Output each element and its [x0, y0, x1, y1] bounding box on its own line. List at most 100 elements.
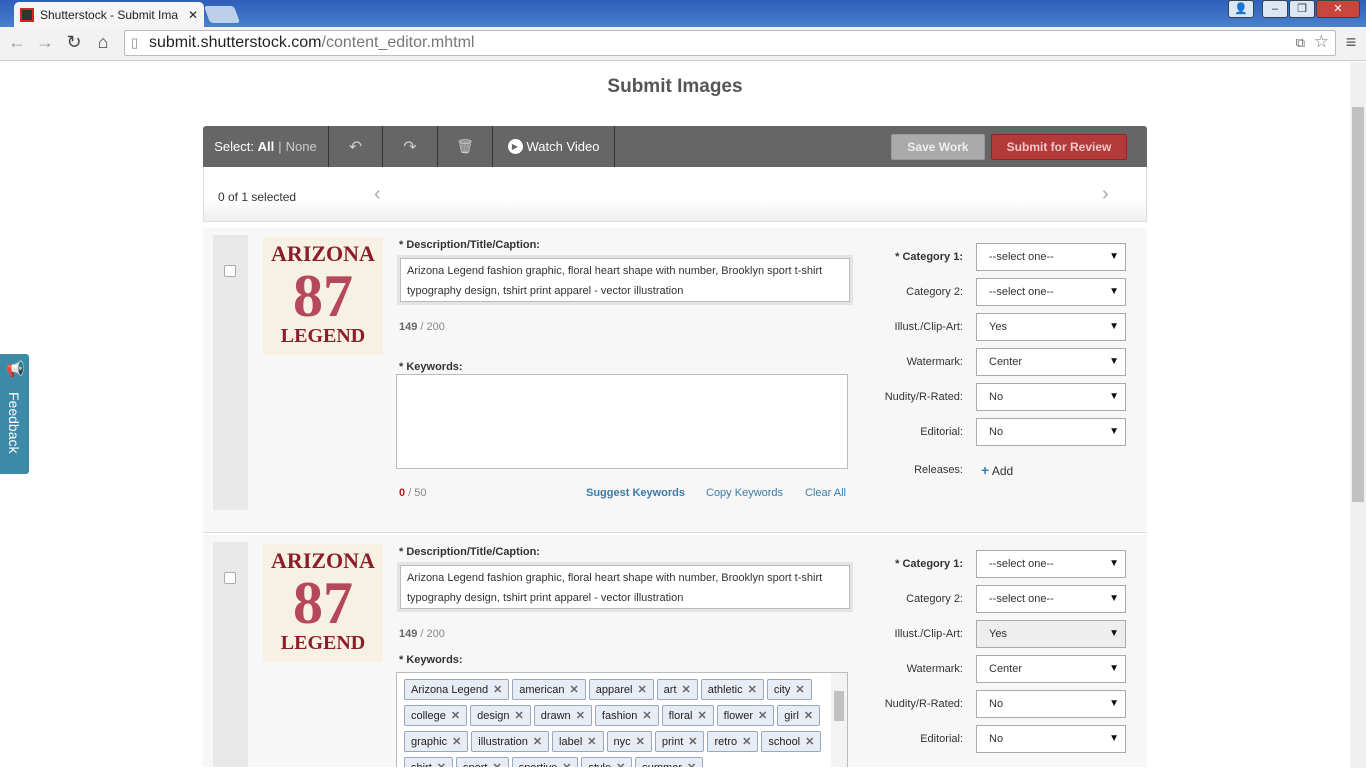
home-icon[interactable]: ⌂	[92, 32, 114, 53]
image-thumbnail[interactable]: ARIZONA 87 LEGEND	[263, 544, 383, 662]
description-field[interactable]: Arizona Legend fashion graphic, floral h…	[400, 258, 850, 302]
image-thumbnail[interactable]: ARIZONA 87 LEGEND	[263, 237, 383, 355]
watermark-select[interactable]: Center	[976, 655, 1126, 683]
trash-icon[interactable]: 🗑	[438, 126, 493, 167]
close-tab-icon[interactable]: ✕	[188, 8, 198, 22]
remove-keyword-icon[interactable]: ✕	[742, 736, 751, 748]
keyword-tag[interactable]: flower ✕	[716, 705, 775, 726]
keyword-tag[interactable]: drawn ✕	[533, 705, 592, 726]
keyword-tag[interactable]: style ✕	[581, 757, 633, 767]
keyword-tag[interactable]: summer ✕	[635, 757, 704, 767]
remove-keyword-icon[interactable]: ✕	[437, 762, 446, 767]
remove-keyword-icon[interactable]: ✕	[682, 684, 691, 696]
scrollbar-thumb[interactable]	[1352, 107, 1364, 502]
next-arrow-icon[interactable]: ›	[1102, 183, 1109, 206]
user-icon[interactable]: 👤	[1228, 0, 1254, 18]
minimize-button[interactable]: –	[1262, 0, 1288, 18]
save-work-button[interactable]: Save Work	[891, 134, 985, 160]
keyword-tag[interactable]: apparel ✕	[588, 679, 654, 700]
copy-keywords-link[interactable]: Copy Keywords	[706, 487, 783, 499]
translate-icon[interactable]: ⧉	[1296, 35, 1305, 51]
keyword-tag[interactable]: school ✕	[761, 731, 822, 752]
watermark-select[interactable]: Center	[976, 348, 1126, 376]
remove-keyword-icon[interactable]: ✕	[492, 762, 501, 767]
keyword-tag[interactable]: art ✕	[656, 679, 698, 700]
category-2-select[interactable]: --select one--	[976, 278, 1126, 306]
remove-keyword-icon[interactable]: ✕	[642, 710, 651, 722]
browser-tab[interactable]: Shutterstock - Submit Ima ✕	[14, 2, 204, 27]
keyword-tag[interactable]: fashion ✕	[594, 705, 659, 726]
remove-keyword-icon[interactable]: ✕	[805, 736, 814, 748]
suggest-keywords-link[interactable]: Suggest Keywords	[586, 487, 685, 499]
illust-clipart-select[interactable]: Yes	[976, 313, 1126, 341]
keywords-scrollbar[interactable]	[831, 673, 847, 767]
address-bar[interactable]: ▯ submit.shutterstock.com/content_editor.…	[124, 30, 1336, 56]
keyword-tag[interactable]: sport ✕	[456, 757, 509, 767]
remove-keyword-icon[interactable]: ✕	[804, 710, 813, 722]
keyword-tag[interactable]: shirt ✕	[404, 757, 453, 767]
nudity-select[interactable]: No	[976, 690, 1126, 718]
keyword-tag[interactable]: graphic ✕	[404, 731, 469, 752]
remove-keyword-icon[interactable]: ✕	[452, 736, 461, 748]
select-all-link[interactable]: All	[258, 139, 275, 154]
maximize-button[interactable]: ❐	[1289, 0, 1315, 18]
keyword-tag[interactable]: retro ✕	[707, 731, 759, 752]
keywords-field[interactable]	[396, 374, 848, 469]
remove-keyword-icon[interactable]: ✕	[636, 736, 645, 748]
back-icon[interactable]: ←	[6, 32, 28, 53]
remove-keyword-icon[interactable]: ✕	[587, 736, 596, 748]
editorial-select[interactable]: No	[976, 725, 1126, 753]
keyword-tag[interactable]: girl ✕	[777, 705, 821, 726]
remove-keyword-icon[interactable]: ✕	[533, 736, 542, 748]
illust-clipart-select[interactable]: Yes	[976, 620, 1126, 648]
keyword-tag[interactable]: american ✕	[512, 679, 586, 700]
nudity-select[interactable]: No	[976, 383, 1126, 411]
keyword-tag[interactable]: city ✕	[766, 679, 812, 700]
editorial-select[interactable]: No	[976, 418, 1126, 446]
keyword-tag[interactable]: college ✕	[404, 705, 468, 726]
undo-icon[interactable]: ↶	[329, 126, 383, 167]
submit-for-review-button[interactable]: Submit for Review	[991, 134, 1127, 160]
add-release-button[interactable]: + Add	[981, 462, 1013, 478]
keyword-tag[interactable]: design ✕	[470, 705, 531, 726]
remove-keyword-icon[interactable]: ✕	[451, 710, 460, 722]
remove-keyword-icon[interactable]: ✕	[493, 684, 502, 696]
menu-icon[interactable]: ≡	[1340, 32, 1362, 53]
watch-video-button[interactable]: ▶ Watch Video	[493, 126, 615, 167]
bookmark-star-icon[interactable]: ☆	[1314, 32, 1329, 52]
keyword-tag[interactable]: sportive ✕	[511, 757, 579, 767]
remove-keyword-icon[interactable]: ✕	[795, 684, 804, 696]
keyword-tag[interactable]: athletic ✕	[700, 679, 764, 700]
redo-icon[interactable]: ↷	[383, 126, 438, 167]
feedback-tab[interactable]: 📢 Feedback	[0, 353, 30, 475]
remove-keyword-icon[interactable]: ✕	[576, 710, 585, 722]
remove-keyword-icon[interactable]: ✕	[616, 762, 625, 767]
remove-keyword-icon[interactable]: ✕	[748, 684, 757, 696]
select-checkbox[interactable]	[224, 265, 236, 277]
keyword-tag[interactable]: floral ✕	[661, 705, 714, 726]
select-none-link[interactable]: None	[286, 139, 317, 154]
remove-keyword-icon[interactable]: ✕	[562, 762, 571, 767]
keyword-tag[interactable]: label ✕	[552, 731, 604, 752]
forward-icon[interactable]: →	[34, 32, 56, 53]
category-2-select[interactable]: --select one--	[976, 585, 1126, 613]
category-1-select[interactable]: --select one--	[976, 243, 1126, 271]
keyword-tag[interactable]: nyc ✕	[606, 731, 652, 752]
reload-icon[interactable]: ↻	[63, 32, 85, 53]
select-checkbox[interactable]	[224, 572, 236, 584]
remove-keyword-icon[interactable]: ✕	[637, 684, 646, 696]
remove-keyword-icon[interactable]: ✕	[570, 684, 579, 696]
close-window-button[interactable]: ✕	[1316, 0, 1360, 18]
remove-keyword-icon[interactable]: ✕	[758, 710, 767, 722]
description-field[interactable]: Arizona Legend fashion graphic, floral h…	[400, 565, 850, 609]
clear-all-link[interactable]: Clear All	[805, 487, 846, 499]
remove-keyword-icon[interactable]: ✕	[515, 710, 524, 722]
prev-arrow-icon[interactable]: ‹	[374, 183, 381, 206]
keyword-tag[interactable]: print ✕	[654, 731, 705, 752]
keywords-field[interactable]: Arizona Legend ✕ american ✕ apparel ✕ art ✕ athl…	[396, 672, 848, 767]
remove-keyword-icon[interactable]: ✕	[697, 710, 706, 722]
page-scrollbar[interactable]	[1350, 62, 1366, 768]
new-tab-button[interactable]	[203, 6, 241, 23]
remove-keyword-icon[interactable]: ✕	[687, 762, 696, 767]
keyword-tag[interactable]: illustration ✕	[471, 731, 550, 752]
